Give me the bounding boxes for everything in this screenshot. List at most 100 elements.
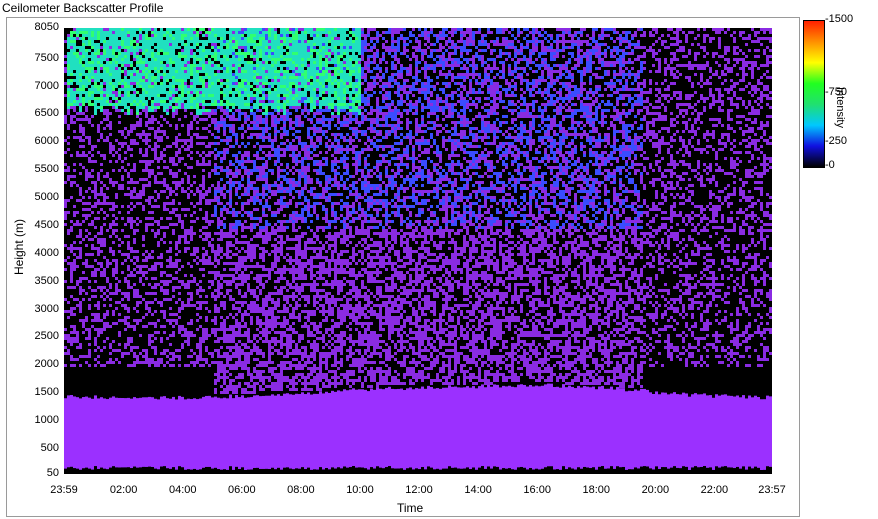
backscatter-cell bbox=[277, 160, 280, 163]
cloud-cell bbox=[181, 43, 184, 46]
cloud-cell bbox=[238, 43, 241, 46]
backscatter-cell bbox=[133, 82, 136, 85]
backscatter-cell bbox=[265, 325, 268, 328]
backscatter-cell bbox=[145, 313, 148, 316]
backscatter-cell bbox=[166, 166, 169, 169]
backscatter-cell bbox=[253, 190, 256, 193]
backscatter-cell bbox=[232, 253, 235, 256]
cloud-cell bbox=[82, 40, 85, 43]
backscatter-cell bbox=[202, 289, 205, 292]
backscatter-cell bbox=[187, 286, 190, 289]
cloud-cell bbox=[274, 82, 277, 85]
backscatter-cell bbox=[145, 229, 148, 232]
backscatter-cell bbox=[232, 124, 235, 127]
boundary-layer-cell bbox=[76, 397, 79, 469]
boundary-layer-cell bbox=[142, 397, 145, 467]
cloud-cell bbox=[223, 34, 226, 37]
cloud-cell bbox=[220, 43, 223, 46]
backscatter-cell bbox=[271, 169, 274, 172]
plot-area[interactable] bbox=[64, 28, 772, 474]
backscatter-cell bbox=[280, 271, 283, 274]
cloud-cell bbox=[190, 67, 193, 70]
cloud-cell bbox=[199, 49, 202, 52]
backscatter-cell bbox=[148, 268, 151, 271]
backscatter-cell bbox=[256, 382, 259, 385]
backscatter-cell bbox=[268, 379, 271, 382]
backscatter-cell bbox=[172, 163, 175, 166]
cloud-cell bbox=[184, 49, 187, 52]
cloud-cell bbox=[196, 58, 199, 61]
backscatter-cell bbox=[250, 259, 253, 262]
backscatter-cell bbox=[88, 151, 91, 154]
backscatter-cell bbox=[64, 40, 67, 43]
backscatter-cell bbox=[277, 379, 280, 382]
cloud-cell bbox=[127, 94, 130, 97]
backscatter-cell bbox=[130, 181, 133, 184]
backscatter-cell bbox=[217, 364, 220, 367]
backscatter-cell bbox=[136, 319, 139, 322]
backscatter-cell bbox=[247, 172, 250, 175]
backscatter-cell bbox=[262, 121, 265, 124]
cloud-cell bbox=[271, 67, 274, 70]
backscatter-cell bbox=[211, 133, 214, 136]
backscatter-cell bbox=[100, 187, 103, 190]
backscatter-cell bbox=[109, 178, 112, 181]
backscatter-cell bbox=[160, 262, 163, 265]
cloud-cell bbox=[160, 64, 163, 67]
cloud-cell bbox=[217, 46, 220, 49]
cloud-cell bbox=[262, 55, 265, 58]
backscatter-cell bbox=[199, 352, 202, 355]
cloud-cell bbox=[163, 82, 166, 85]
backscatter-cell bbox=[295, 316, 298, 319]
backscatter-cell bbox=[67, 337, 70, 340]
backscatter-cell bbox=[196, 313, 199, 316]
cloud-cell bbox=[250, 70, 253, 73]
cloud-cell bbox=[169, 91, 172, 94]
cloud-cell bbox=[193, 88, 196, 91]
boundary-layer-cell bbox=[265, 395, 268, 469]
cloud-cell bbox=[178, 103, 181, 106]
backscatter-cell bbox=[235, 142, 238, 145]
backscatter-cell bbox=[298, 130, 301, 133]
cloud-cell bbox=[148, 70, 151, 73]
backscatter-cell bbox=[109, 208, 112, 211]
backscatter-cell bbox=[202, 301, 205, 304]
backscatter-cell bbox=[268, 235, 271, 238]
backscatter-cell bbox=[157, 166, 160, 169]
cloud-cell bbox=[124, 76, 127, 79]
cloud-cell bbox=[157, 73, 160, 76]
backscatter-cell bbox=[88, 139, 91, 142]
boundary-layer-cell bbox=[295, 393, 298, 469]
backscatter-cell bbox=[286, 112, 289, 115]
backscatter-cell bbox=[160, 340, 163, 343]
backscatter-cell bbox=[106, 115, 109, 118]
cloud-cell bbox=[91, 43, 94, 46]
backscatter-cell bbox=[253, 166, 256, 169]
backscatter-cell bbox=[178, 355, 181, 358]
cloud-cell bbox=[121, 40, 124, 43]
cloud-cell bbox=[220, 34, 223, 37]
backscatter-cell bbox=[124, 295, 127, 298]
cloud-cell bbox=[97, 88, 100, 91]
cloud-cell bbox=[127, 79, 130, 82]
backscatter-cell bbox=[97, 55, 100, 58]
backscatter-cell bbox=[73, 340, 76, 343]
cloud-cell bbox=[154, 28, 157, 31]
backscatter-cell bbox=[265, 178, 268, 181]
backscatter-cell bbox=[193, 361, 196, 364]
backscatter-cell bbox=[241, 136, 244, 139]
backscatter-cell bbox=[265, 229, 268, 232]
backscatter-cell bbox=[70, 154, 73, 157]
cloud-cell bbox=[220, 100, 223, 103]
cloud-cell bbox=[241, 43, 244, 46]
cloud-cell bbox=[91, 31, 94, 34]
backscatter-cell bbox=[277, 220, 280, 223]
boundary-layer-cell bbox=[244, 397, 247, 470]
backscatter-cell bbox=[97, 361, 100, 364]
backscatter-cell bbox=[241, 142, 244, 145]
backscatter-cell bbox=[100, 67, 103, 70]
backscatter-cell bbox=[157, 262, 160, 265]
backscatter-cell bbox=[229, 325, 232, 328]
backscatter-cell bbox=[283, 265, 286, 268]
backscatter-cell bbox=[223, 157, 226, 160]
